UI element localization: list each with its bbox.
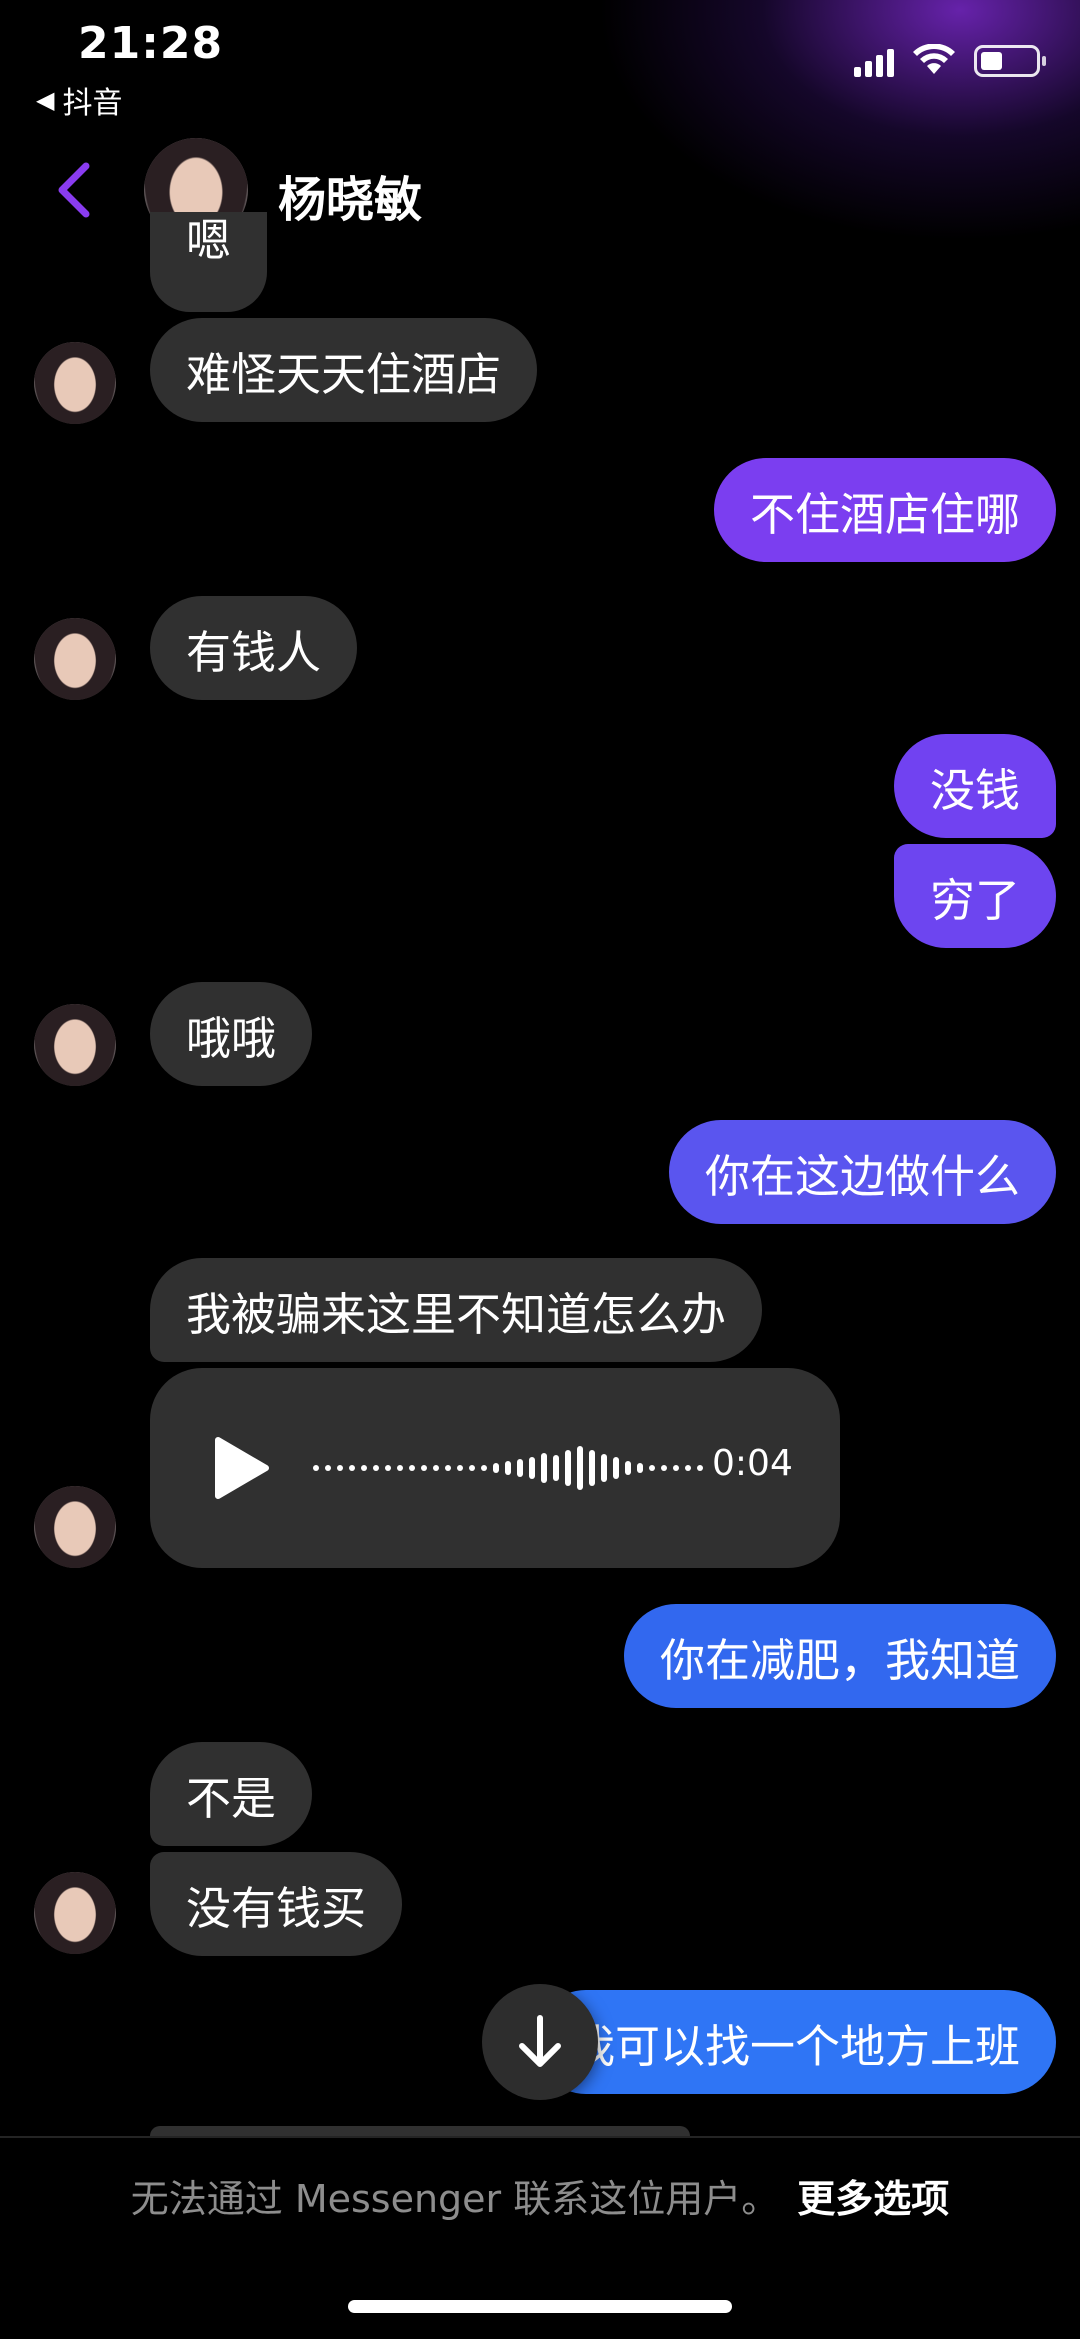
message-bubble-partial [150,2126,690,2136]
waveform-bar [457,1465,463,1471]
message-bubble[interactable]: 难怪天天住酒店 [150,318,538,422]
contact-name[interactable]: 杨晓敏 [278,160,422,230]
waveform-bar [505,1461,511,1475]
footer-divider [0,2136,1080,2138]
waveform-bar [649,1465,655,1471]
waveform-bar [397,1465,403,1471]
waveform-bar [637,1463,643,1473]
play-icon[interactable] [210,1436,270,1500]
waveform-bar [433,1465,439,1471]
message-bubble[interactable]: 我可以找一个地方上班 [533,1990,1056,2094]
message-bubble[interactable]: 不是 [150,1742,313,1846]
back-triangle-icon: ◀ [36,86,55,114]
waveform-bar [337,1465,343,1471]
message-bubble[interactable]: 没有钱买 [150,1852,403,1956]
waveform-bar [517,1459,523,1477]
message-text: 嗯 [186,213,232,267]
waveform-bar [625,1461,631,1475]
message-text: 没有钱买 [186,1881,367,1935]
message-text: 哦哦 [186,1011,277,1065]
voice-message[interactable]: 0:04 [150,1368,840,1568]
status-icons [854,44,1046,78]
waveform-bar [541,1453,547,1483]
message-text: 不是 [186,1771,277,1825]
waveform-bar [493,1463,499,1473]
message-bubble[interactable]: 你在这边做什么 [668,1120,1056,1224]
waveform-bar [349,1465,355,1471]
footer-notice-text: 无法通过 Messenger 联系这位用户。 [130,2177,780,2221]
message-text: 没钱 [929,763,1020,817]
message-text: 我可以找一个地方上班 [569,2019,1020,2073]
message-bubble[interactable]: 没钱 [893,734,1056,838]
voice-duration: 0:04 [712,1443,793,1484]
waveform-bar [421,1465,427,1471]
avatar[interactable] [34,1872,116,1954]
avatar[interactable] [34,1486,116,1568]
waveform-bar [529,1457,535,1479]
waveform-bar [697,1465,703,1471]
message-bubble[interactable]: 我被骗来这里不知道怎么办 [150,1258,763,1362]
message-text: 难怪天天住酒店 [186,347,502,401]
waveform-bar [553,1455,559,1481]
waveform-bar [373,1465,379,1471]
waveform-bar [613,1457,619,1479]
message-bubble[interactable]: 不住酒店住哪 [713,458,1056,562]
message-bubble[interactable]: 哦哦 [150,982,313,1086]
waveform-bar [361,1465,367,1471]
avatar[interactable] [34,1004,116,1086]
message-text: 你在这边做什么 [704,1149,1020,1203]
waveform-bar [661,1465,667,1471]
arrow-down-icon [519,2015,561,2067]
message-text: 不住酒店住哪 [749,487,1020,541]
footer-notice: 无法通过 Messenger 联系这位用户。 更多选项 [0,2168,1080,2223]
chevron-left-icon [58,162,90,218]
waveform-bar [589,1450,595,1486]
waveform-bar [601,1454,607,1482]
waveform-bar [313,1465,319,1471]
waveform-bar [445,1465,451,1471]
battery-icon [974,45,1046,77]
back-app-label: 抖音 [62,86,123,121]
waveform-bar [469,1465,475,1471]
message-bubble[interactable]: 你在减肥，我知道 [623,1604,1056,1708]
message-bubble[interactable]: 嗯 [150,212,268,312]
home-indicator[interactable] [348,2300,732,2313]
status-time: 21:28 [78,18,224,69]
waveform-bar [481,1465,487,1471]
back-to-app[interactable]: ◀ 抖音 [36,78,122,122]
avatar[interactable] [34,618,116,700]
waveform-bar [577,1446,583,1490]
waveform-bar [685,1465,691,1471]
message-bubble[interactable]: 穷了 [893,844,1056,948]
scroll-to-bottom-button[interactable] [482,1984,598,2100]
message-text: 你在减肥，我知道 [659,1633,1020,1687]
avatar[interactable] [34,342,116,424]
waveform-bar [673,1465,679,1471]
wifi-icon [913,44,955,74]
signal-icon [854,45,894,77]
message-text: 我被骗来这里不知道怎么办 [186,1287,727,1341]
message-text: 穷了 [929,873,1020,927]
waveform-bar [565,1450,571,1486]
waveform-bar [385,1465,391,1471]
more-options-link[interactable]: 更多选项 [797,2177,949,2221]
message-text: 有钱人 [186,625,322,679]
back-button[interactable] [44,150,104,230]
message-bubble[interactable]: 有钱人 [150,596,358,700]
waveform-bar [409,1465,415,1471]
waveform-bar [325,1465,331,1471]
